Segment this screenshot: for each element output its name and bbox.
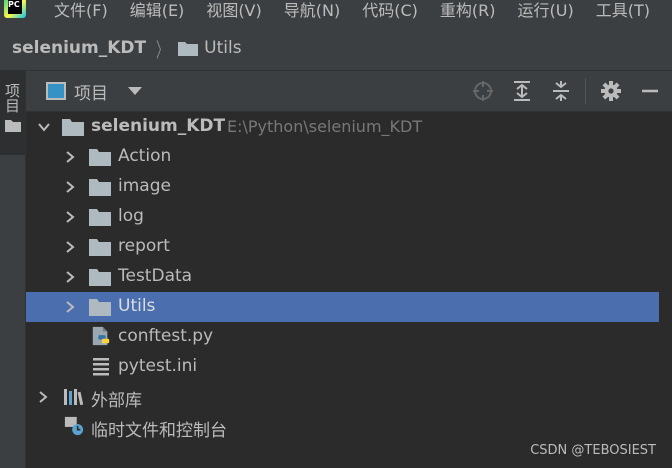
menu-view[interactable]: 视图(V) — [206, 0, 261, 21]
tree-external-libraries-label: 外部库 — [91, 391, 142, 411]
collapse-all-button[interactable] — [547, 77, 575, 105]
tree-row-root[interactable]: selenium_KDT E:\Python\selenium_KDT — [26, 112, 659, 142]
panel-toolbar — [458, 71, 672, 111]
breadcrumb-project[interactable]: selenium_KDT — [12, 38, 146, 58]
crosshair-icon — [473, 81, 493, 101]
tree-folder-label: log — [118, 206, 144, 226]
folder-icon — [89, 269, 111, 286]
tree-row-file[interactable]: conftest.py — [26, 322, 659, 352]
settings-button[interactable] — [597, 77, 625, 105]
python-file-icon — [92, 326, 110, 346]
tree-folder-label: image — [118, 176, 171, 196]
folder-icon — [89, 179, 111, 196]
menu-run[interactable]: 运行(U) — [518, 0, 574, 21]
tree-row-folder[interactable]: report — [26, 232, 659, 262]
chevron-right-icon[interactable] — [64, 181, 76, 193]
tree-row-folder[interactable]: log — [26, 202, 659, 232]
ini-file-icon — [93, 358, 109, 376]
folder-icon — [62, 119, 84, 136]
tree-folder-label: TestData — [118, 266, 193, 286]
tree-folder-label: Action — [118, 146, 172, 166]
project-tree: selenium_KDT E:\Python\selenium_KDT Acti… — [26, 112, 672, 468]
pycharm-logo-text: PC — [8, 0, 22, 14]
tree-row-scratches[interactable]: 临时文件和控制台 — [26, 412, 659, 442]
library-icon — [64, 389, 84, 406]
project-tool-tab-label: 项目 — [3, 83, 21, 113]
menu-bar: PC 文件(F) 编辑(E) 视图(V) 导航(N) 代码(C) 重构(R) 运… — [0, 0, 672, 26]
folder-icon — [89, 239, 111, 256]
tree-file-label: conftest.py — [118, 326, 214, 346]
folder-icon — [89, 209, 111, 226]
scratches-console-icon — [64, 416, 84, 436]
menu-refactor[interactable]: 重构(R) — [440, 0, 496, 21]
folder-icon — [178, 41, 199, 56]
menu-file[interactable]: 文件(F) — [54, 0, 108, 21]
tree-row-external-libraries[interactable]: 外部库 — [26, 382, 659, 412]
tree-folder-label: report — [118, 236, 170, 256]
tree-root-name: selenium_KDT — [91, 116, 226, 136]
project-view-icon — [46, 82, 66, 100]
chevron-right-icon[interactable] — [64, 151, 76, 163]
menu-tools[interactable]: 工具(T) — [596, 0, 650, 21]
tree-row-folder[interactable]: Action — [26, 142, 659, 172]
minimize-icon — [642, 89, 658, 93]
chevron-right-icon[interactable] — [64, 301, 76, 313]
menu-code[interactable]: 代码(C) — [362, 0, 418, 21]
breadcrumb-separator-icon: 〉 — [156, 37, 169, 62]
breadcrumb-folder[interactable]: Utils — [204, 38, 241, 58]
chevron-right-icon[interactable] — [64, 211, 76, 223]
tree-row-folder-selected[interactable]: Utils — [26, 292, 659, 322]
tree-scrollbar[interactable] — [659, 112, 672, 468]
watermark: CSDN @TEBOSIEST — [530, 443, 656, 458]
folder-icon — [4, 120, 21, 132]
tree-root-path: E:\Python\selenium_KDT — [227, 117, 423, 136]
tree-file-label: pytest.ini — [118, 356, 198, 376]
project-panel-header: 项目 — [26, 71, 672, 112]
chevron-right-icon[interactable] — [37, 391, 49, 403]
expand-all-button[interactable] — [508, 77, 536, 105]
chevron-down-icon[interactable] — [128, 87, 142, 95]
collapse-all-icon — [553, 81, 569, 101]
tree-row-folder[interactable]: TestData — [26, 262, 659, 292]
tree-scratches-label: 临时文件和控制台 — [91, 421, 227, 441]
chevron-down-icon[interactable] — [38, 121, 50, 133]
tree-folder-label: Utils — [118, 296, 156, 316]
toolbar-separator — [585, 78, 586, 104]
folder-icon — [89, 149, 111, 166]
locate-button[interactable] — [469, 77, 497, 105]
expand-all-icon — [514, 81, 530, 101]
project-view-title[interactable]: 项目 — [74, 79, 108, 104]
chevron-right-icon[interactable] — [64, 241, 76, 253]
project-tool-tab[interactable]: 项目 — [0, 71, 25, 155]
breadcrumb: selenium_KDT 〉 Utils — [0, 26, 672, 71]
gear-icon — [601, 81, 621, 101]
pycharm-logo-icon: PC — [4, 0, 26, 18]
folder-icon — [89, 299, 111, 316]
hide-panel-button[interactable] — [636, 77, 664, 105]
tree-row-file[interactable]: pytest.ini — [26, 352, 659, 382]
tree-row-folder[interactable]: image — [26, 172, 659, 202]
menu-navigate[interactable]: 导航(N) — [284, 0, 340, 21]
menu-edit[interactable]: 编辑(E) — [130, 0, 185, 21]
left-tool-strip: 项目 — [0, 71, 26, 468]
chevron-right-icon[interactable] — [64, 271, 76, 283]
